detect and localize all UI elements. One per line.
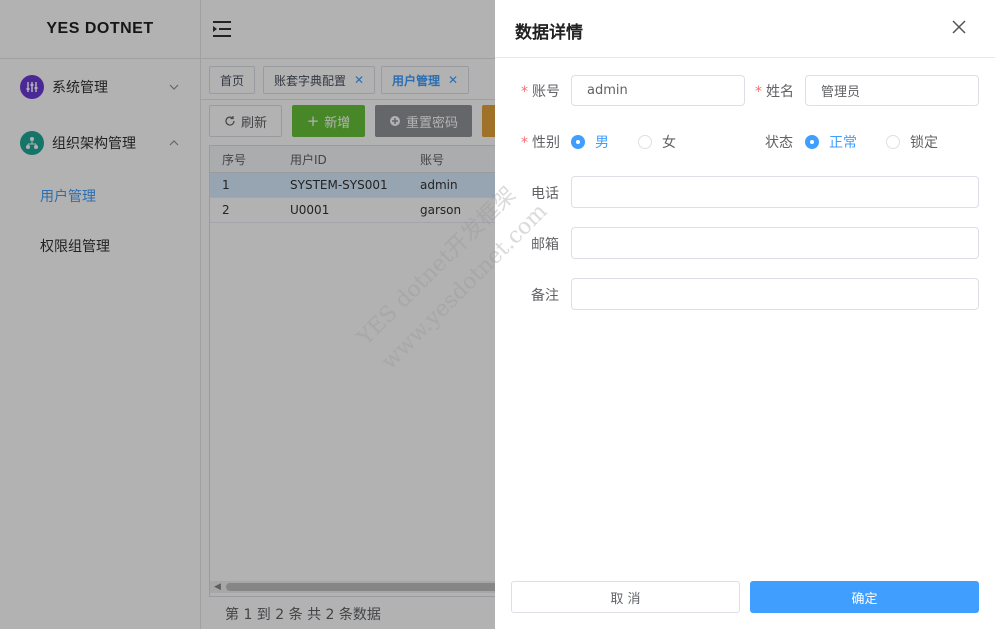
- status-locked-radio[interactable]: 锁定: [886, 132, 938, 152]
- account-label: * 账号: [521, 84, 560, 100]
- drawer-header: 数据详情: [495, 0, 995, 58]
- status-label: 状态: [765, 135, 793, 151]
- radio-dot: [638, 135, 652, 149]
- modal-mask[interactable]: [0, 0, 495, 629]
- status-normal-radio[interactable]: 正常: [805, 132, 857, 152]
- confirm-button[interactable]: 确定: [750, 581, 979, 613]
- radio-dot: [571, 135, 585, 149]
- email-label: 邮箱: [531, 237, 559, 253]
- radio-dot: [805, 135, 819, 149]
- close-icon[interactable]: [951, 19, 967, 35]
- email-field[interactable]: [571, 227, 979, 259]
- name-field[interactable]: 管理员: [805, 75, 979, 106]
- phone-field[interactable]: [571, 176, 979, 208]
- name-label: * 姓名: [755, 84, 794, 100]
- gender-female-radio[interactable]: 女: [638, 132, 676, 152]
- account-field[interactable]: admin: [571, 75, 745, 106]
- cancel-button[interactable]: 取 消: [511, 581, 740, 613]
- remark-field[interactable]: [571, 278, 979, 310]
- gender-label: * 性别: [521, 135, 560, 151]
- radio-dot: [886, 135, 900, 149]
- remark-label: 备注: [531, 288, 559, 304]
- gender-male-radio[interactable]: 男: [571, 132, 609, 152]
- drawer-title: 数据详情: [515, 23, 583, 43]
- phone-label: 电话: [531, 186, 559, 202]
